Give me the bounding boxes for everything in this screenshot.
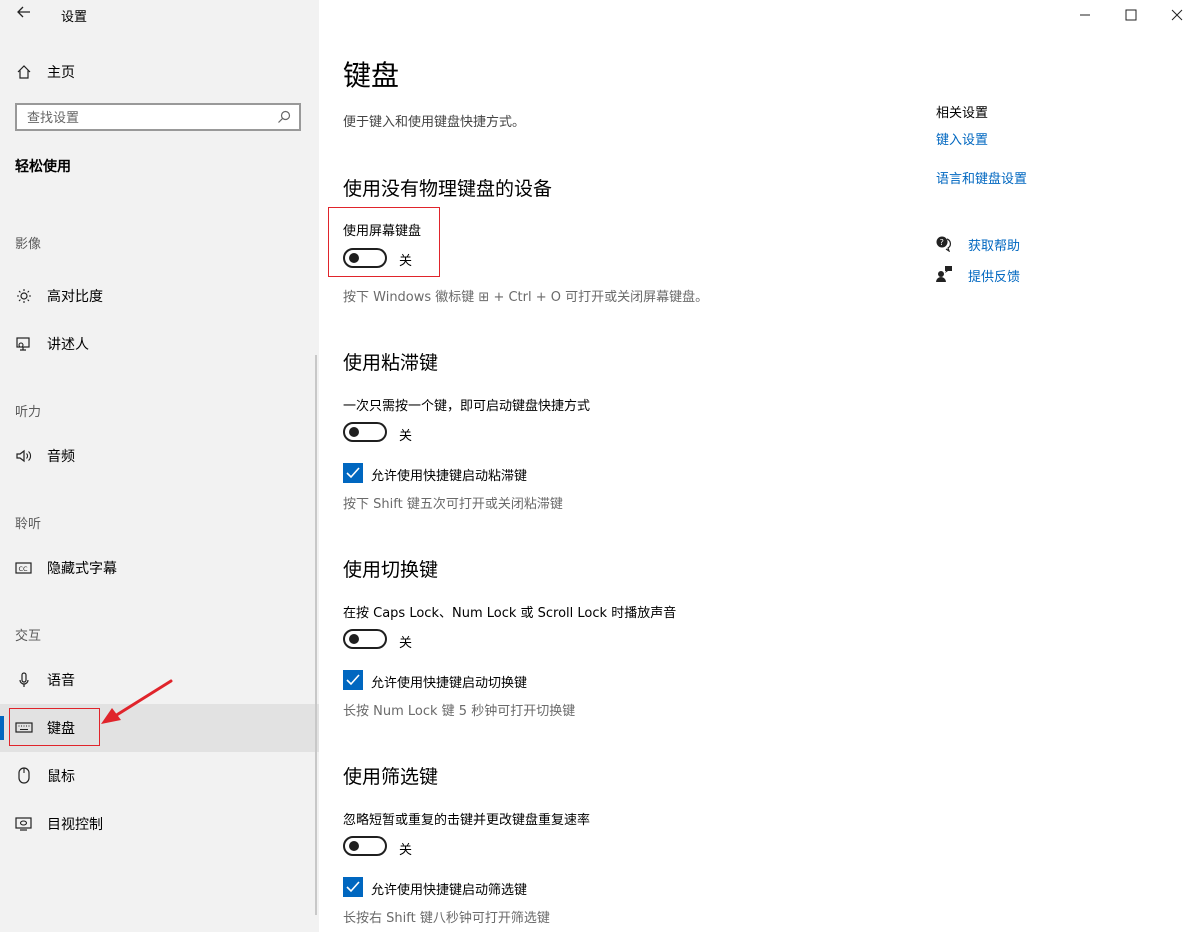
help-chat-icon: ? bbox=[935, 234, 953, 253]
minimize-button[interactable] bbox=[1070, 4, 1100, 26]
home-icon bbox=[14, 62, 34, 82]
app-title: 设置 bbox=[61, 10, 88, 25]
search-icon[interactable] bbox=[276, 109, 292, 125]
toggle-knob bbox=[349, 253, 359, 263]
toggle-knob bbox=[349, 427, 359, 437]
sticky-hint: 按下 Shift 键五次可打开或关闭粘滞键 bbox=[343, 497, 563, 512]
sidebar-item-label: 目视控制 bbox=[47, 817, 103, 833]
togglekeys-shortcut-label: 允许使用快捷键启动切换键 bbox=[371, 676, 528, 691]
microphone-icon bbox=[14, 670, 34, 690]
toggle-knob bbox=[349, 841, 359, 851]
sidebar: 设置 主页 轻松使用 影像 高对比度 讲述人 听力 音频 聆听 bbox=[0, 0, 319, 932]
search-box[interactable] bbox=[15, 103, 301, 131]
sidebar-item-mouse[interactable]: 鼠标 bbox=[0, 752, 319, 800]
checkmark-icon bbox=[346, 674, 360, 686]
checkmark-icon bbox=[346, 881, 360, 893]
annotation-arrow bbox=[101, 679, 173, 724]
osk-hint: 按下 Windows 徽标键 ⊞ + Ctrl + O 可打开或关闭屏幕键盘。 bbox=[343, 290, 709, 305]
sidebar-item-label: 音频 bbox=[47, 449, 75, 465]
osk-toggle-state: 关 bbox=[399, 254, 413, 269]
category-title: 轻松使用 bbox=[15, 159, 71, 175]
page-title: 键盘 bbox=[343, 59, 400, 92]
typing-settings-link[interactable]: 键入设置 bbox=[936, 129, 988, 148]
sticky-shortcut-checkbox[interactable] bbox=[343, 463, 363, 483]
back-arrow-icon[interactable] bbox=[14, 4, 34, 26]
get-help-link[interactable]: 获取帮助 bbox=[968, 235, 1020, 254]
togglekeys-toggle-state: 关 bbox=[399, 636, 413, 651]
togglekeys-toggle[interactable] bbox=[343, 629, 387, 649]
filter-hint: 长按右 Shift 键八秒钟可打开筛选键 bbox=[343, 911, 550, 926]
closed-captions-icon: CC bbox=[14, 558, 34, 578]
sidebar-item-label: 高对比度 bbox=[47, 289, 103, 305]
togglekeys-toggle-label: 在按 Caps Lock、Num Lock 或 Scroll Lock 时播放声… bbox=[343, 606, 677, 621]
sidebar-item-label: 隐藏式字幕 bbox=[47, 561, 117, 577]
sidebar-item-label: 语音 bbox=[47, 673, 75, 689]
section-heading-vision: 影像 bbox=[15, 237, 42, 252]
osk-toggle[interactable] bbox=[343, 248, 387, 268]
brightness-icon bbox=[14, 286, 34, 306]
togglekeys-hint: 长按 Num Lock 键 5 秒钟可打开切换键 bbox=[343, 704, 576, 719]
osk-section-heading: 使用没有物理键盘的设备 bbox=[343, 178, 553, 200]
filter-shortcut-label: 允许使用快捷键启动筛选键 bbox=[371, 883, 528, 898]
svg-text:?: ? bbox=[940, 238, 944, 247]
related-settings-title: 相关设置 bbox=[936, 106, 989, 121]
sidebar-item-label: 讲述人 bbox=[47, 337, 89, 353]
narrator-icon bbox=[14, 334, 34, 354]
svg-text:CC: CC bbox=[19, 565, 29, 573]
filter-toggle[interactable] bbox=[343, 836, 387, 856]
language-keyboard-settings-link[interactable]: 语言和键盘设置 bbox=[936, 168, 1027, 187]
checkmark-icon bbox=[346, 467, 360, 479]
sidebar-item-home[interactable]: 主页 bbox=[0, 48, 319, 96]
filter-toggle-state: 关 bbox=[399, 843, 413, 858]
sticky-shortcut-label: 允许使用快捷键启动粘滞键 bbox=[371, 469, 528, 484]
sticky-section-heading: 使用粘滞键 bbox=[343, 352, 439, 374]
sidebar-item-high-contrast[interactable]: 高对比度 bbox=[0, 272, 319, 320]
feedback-icon bbox=[935, 265, 953, 283]
togglekeys-shortcut-checkbox[interactable] bbox=[343, 670, 363, 690]
toggle-knob bbox=[349, 634, 359, 644]
sidebar-item-eye-control[interactable]: 目视控制 bbox=[0, 800, 319, 848]
close-button[interactable] bbox=[1162, 4, 1192, 26]
maximize-button[interactable] bbox=[1116, 4, 1146, 26]
mouse-icon bbox=[14, 766, 34, 786]
give-feedback-link[interactable]: 提供反馈 bbox=[968, 266, 1020, 285]
sticky-toggle-label: 一次只需按一个键，即可启动键盘快捷方式 bbox=[343, 399, 591, 414]
togglekeys-section-heading: 使用切换键 bbox=[343, 559, 439, 581]
sticky-toggle-state: 关 bbox=[399, 429, 413, 444]
annotation-highlight-box bbox=[328, 207, 440, 277]
sidebar-item-audio[interactable]: 音频 bbox=[0, 432, 319, 480]
section-heading-listening: 聆听 bbox=[15, 517, 42, 532]
annotation-highlight-box bbox=[9, 708, 100, 746]
eye-control-icon bbox=[14, 814, 34, 834]
filter-toggle-label: 忽略短暂或重复的击键并更改键盘重复速率 bbox=[343, 813, 591, 828]
sidebar-scrollbar[interactable] bbox=[315, 355, 317, 915]
section-heading-interaction: 交互 bbox=[15, 629, 42, 644]
speaker-icon bbox=[14, 446, 34, 466]
sticky-toggle[interactable] bbox=[343, 422, 387, 442]
filter-section-heading: 使用筛选键 bbox=[343, 766, 439, 788]
sidebar-item-label: 鼠标 bbox=[47, 769, 75, 785]
sidebar-item-label: 主页 bbox=[47, 65, 75, 81]
sidebar-item-captions[interactable]: CC 隐藏式字幕 bbox=[0, 544, 319, 592]
filter-shortcut-checkbox[interactable] bbox=[343, 877, 363, 897]
osk-toggle-label: 使用屏幕键盘 bbox=[343, 224, 422, 239]
section-heading-hearing: 听力 bbox=[15, 405, 42, 420]
selection-indicator bbox=[0, 716, 4, 740]
page-description: 便于键入和使用键盘快捷方式。 bbox=[343, 115, 526, 130]
search-input[interactable] bbox=[25, 108, 269, 128]
sidebar-item-narrator[interactable]: 讲述人 bbox=[0, 320, 319, 368]
